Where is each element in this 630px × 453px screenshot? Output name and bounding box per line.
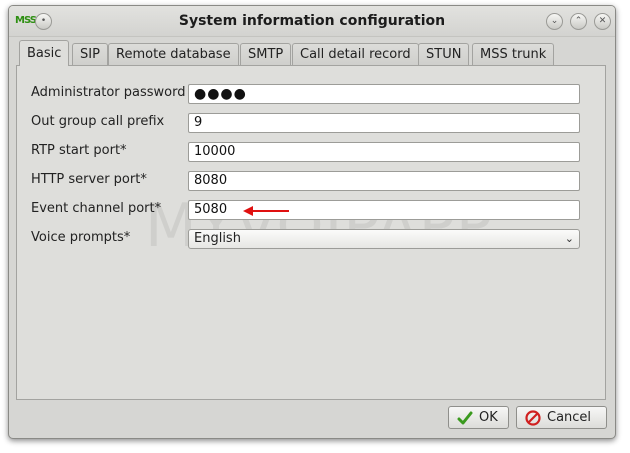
ok-label: OK [479,410,498,425]
annotation-arrow-icon [243,206,289,216]
title-bar[interactable]: MSS • System information configuration ⌄… [9,6,615,37]
basic-panel: MYVOIPAPP Administrator password ●●●● Ou… [16,65,606,400]
admin-password-label: Administrator password [31,85,186,100]
rtp-start-port-field[interactable]: 10000 [188,142,580,162]
config-dialog: MSS • System information configuration ⌄… [8,5,616,439]
check-icon [457,411,473,425]
http-server-port-label: HTTP server port* [31,172,147,187]
tab-remote-database[interactable]: Remote database [108,43,239,65]
http-server-port-field[interactable]: 8080 [188,171,580,191]
tab-basic[interactable]: Basic [19,40,70,66]
maximize-icon[interactable]: ⌃ [570,13,587,30]
chevron-down-icon: ⌄ [564,232,574,245]
out-group-prefix-field[interactable]: 9 [188,113,580,133]
tab-smtp[interactable]: SMTP [240,43,292,65]
ok-button[interactable]: OK [448,406,509,429]
voice-prompts-select[interactable]: English ⌄ [188,229,580,249]
voice-prompts-value: English [194,231,241,246]
admin-password-field[interactable]: ●●●● [188,84,580,104]
cancel-button[interactable]: Cancel [516,406,607,429]
out-group-prefix-label: Out group call prefix [31,114,165,129]
tab-call-detail-record[interactable]: Call detail record [292,43,419,65]
tab-sip[interactable]: SIP [72,43,108,65]
minimize-icon[interactable]: ⌄ [546,13,563,30]
close-icon[interactable]: ✕ [594,13,611,30]
window-title: System information configuration [178,13,446,29]
cancel-icon [525,410,541,426]
cancel-label: Cancel [547,410,592,425]
event-channel-port-label: Event channel port* [31,201,162,216]
tab-stun[interactable]: STUN [418,43,470,65]
voice-prompts-label: Voice prompts* [31,230,131,245]
tab-mss-trunk[interactable]: MSS trunk [472,43,555,65]
rtp-start-port-label: RTP start port* [31,143,127,158]
